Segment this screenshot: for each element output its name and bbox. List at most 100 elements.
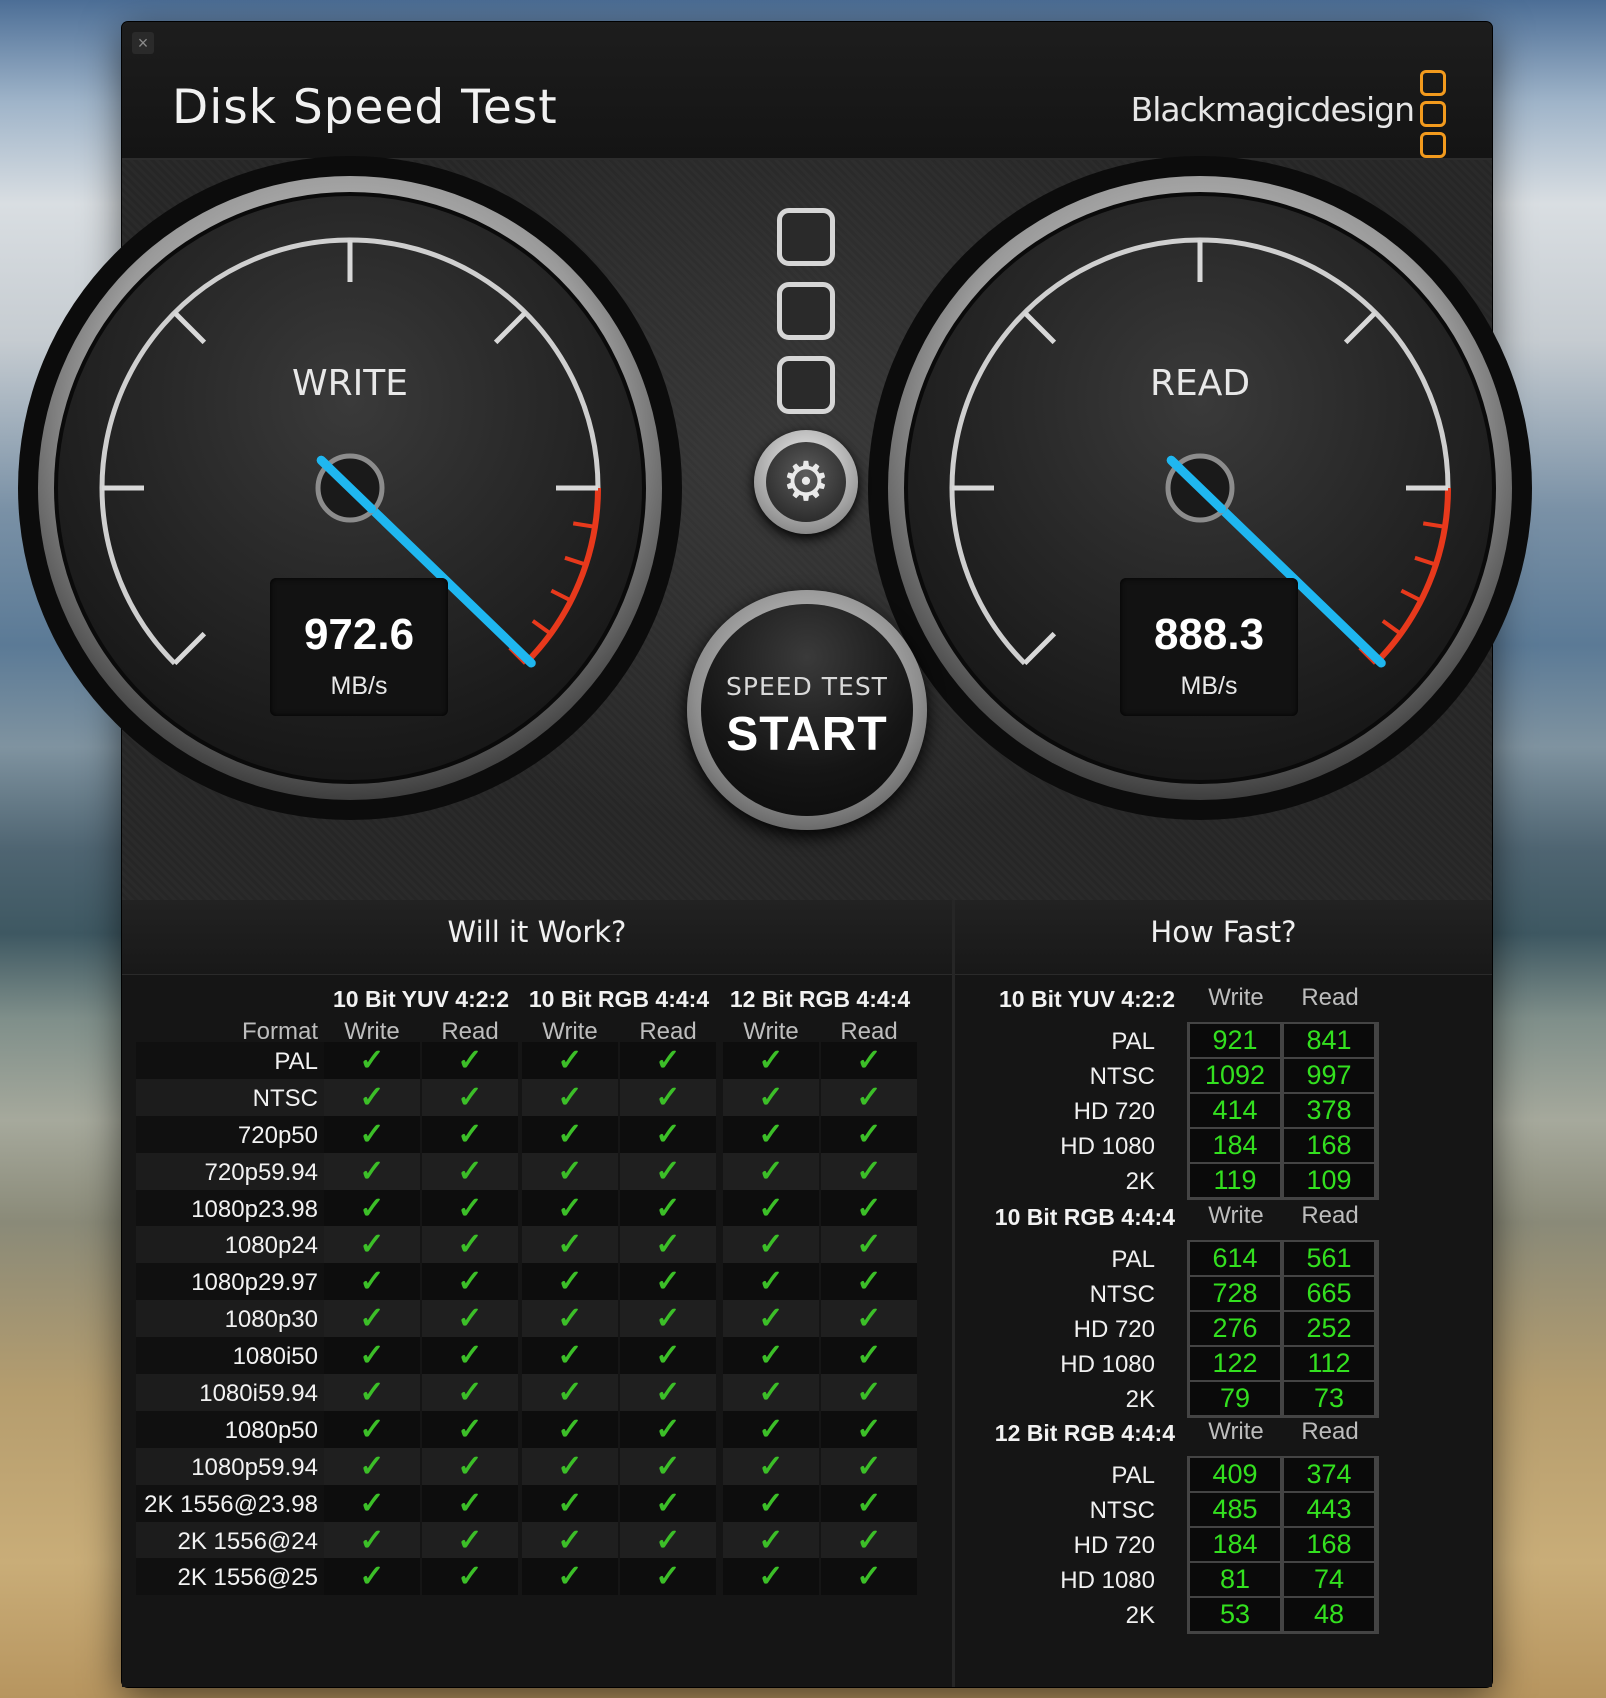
format-label: 1080p30 — [136, 1300, 326, 1338]
format-label: 2K 1556@24 — [136, 1521, 326, 1559]
read-speed-cell: 168 — [1284, 1129, 1374, 1162]
checkmark-icon: ✓ — [821, 1300, 917, 1338]
checkmark-icon: ✓ — [522, 1558, 618, 1596]
format-label: 1080p50 — [136, 1410, 326, 1448]
write-speed-cell: 414 — [1190, 1094, 1280, 1127]
checkmark-icon: ✓ — [324, 1484, 420, 1522]
read-speed-value: 888.3 — [1153, 610, 1265, 659]
brand-name: Blackmagicdesign — [1130, 90, 1415, 129]
read-column-header: Read — [1301, 984, 1359, 1011]
write-speed-cell: 81 — [1190, 1563, 1280, 1596]
checkmark-icon: ✓ — [723, 1521, 819, 1559]
write-speed-cell: 184 — [1190, 1129, 1280, 1162]
checkmark-icon: ✓ — [821, 1410, 917, 1448]
center-logo-icon — [777, 208, 837, 430]
checkmark-icon: ✓ — [620, 1263, 716, 1301]
write-speed-cell: 79 — [1190, 1382, 1280, 1415]
write-speed-cell: 1092 — [1190, 1059, 1280, 1092]
format-label: 1080p23.98 — [136, 1189, 326, 1227]
format-label: 1080p59.94 — [136, 1447, 326, 1485]
format-label: 1080p29.97 — [136, 1263, 326, 1301]
checkmark-icon: ✓ — [723, 1115, 819, 1153]
checkmark-icon: ✓ — [620, 1115, 716, 1153]
write-speed-cell: 728 — [1190, 1277, 1280, 1310]
checkmark-icon: ✓ — [620, 1558, 716, 1596]
checkmark-icon: ✓ — [821, 1558, 917, 1596]
title-bar: × Disk Speed Test Blackmagicdesign — [122, 22, 1492, 160]
close-button[interactable]: × — [132, 32, 154, 54]
checkmark-icon: ✓ — [422, 1484, 518, 1522]
checkmark-icon: ✓ — [620, 1300, 716, 1338]
checkmark-icon: ✓ — [620, 1447, 716, 1485]
checkmark-icon: ✓ — [522, 1484, 618, 1522]
write-speed-cell: 614 — [1190, 1242, 1280, 1275]
format-label: 720p50 — [136, 1115, 326, 1153]
write-speed-cell: 53 — [1190, 1598, 1280, 1631]
checkmark-icon: ✓ — [522, 1226, 618, 1264]
checkmark-icon: ✓ — [723, 1226, 819, 1264]
format-label: 1080i59.94 — [136, 1374, 326, 1411]
how-fast-row-label: NTSC — [1089, 1063, 1155, 1090]
how-fast-section-header: 10 Bit RGB 4:4:4 — [994, 1204, 1175, 1230]
checkmark-icon: ✓ — [620, 1374, 716, 1411]
read-readout: 888.3 MB/s — [1120, 578, 1298, 716]
read-speed-cell: 168 — [1284, 1528, 1374, 1561]
how-fast-row-label: HD 720 — [1073, 1316, 1155, 1343]
checkmark-icon: ✓ — [723, 1263, 819, 1301]
format-label: NTSC — [136, 1078, 326, 1116]
read-speed-cell: 561 — [1284, 1242, 1374, 1275]
read-gauge-label: READ — [1149, 363, 1251, 404]
read-speed-unit: MB/s — [1180, 672, 1238, 700]
read-column-header: Read — [1301, 1202, 1359, 1229]
read-column-header: Read — [1301, 1418, 1359, 1445]
checkmark-icon: ✓ — [522, 1189, 618, 1227]
how-fast-row-label: NTSC — [1089, 1281, 1155, 1308]
write-gauge-label: WRITE — [292, 363, 408, 404]
checkmark-icon: ✓ — [821, 1152, 917, 1190]
start-speed-test-button[interactable]: SPEED TEST START — [687, 590, 927, 830]
checkmark-icon: ✓ — [620, 1521, 716, 1559]
write-gauge: WRITE 972.6 MB/s — [10, 148, 690, 828]
will-it-work-group-header: 10 Bit YUV 4:2:2 — [333, 986, 509, 1012]
format-label: 2K 1556@25 — [136, 1558, 326, 1596]
checkmark-icon: ✓ — [723, 1337, 819, 1375]
checkmark-icon: ✓ — [522, 1263, 618, 1301]
gauge-area: WRITE 972.6 MB/s READ 888.3 MB/s ⚙ SPEED… — [18, 156, 1532, 900]
start-button-label: START — [726, 708, 888, 761]
read-speed-cell: 665 — [1284, 1277, 1374, 1310]
checkmark-icon: ✓ — [620, 1337, 716, 1375]
checkmark-icon: ✓ — [522, 1410, 618, 1448]
how-fast-row-label: PAL — [1111, 1246, 1155, 1273]
write-speed-cell: 921 — [1190, 1024, 1280, 1057]
checkmark-icon: ✓ — [324, 1337, 420, 1375]
how-fast-row-label: 2K — [1125, 1386, 1155, 1413]
disk-speed-test-window: × Disk Speed Test Blackmagicdesign WRITE… — [18, 22, 1532, 1687]
checkmark-icon: ✓ — [324, 1115, 420, 1153]
checkmark-icon: ✓ — [422, 1263, 518, 1301]
settings-button[interactable]: ⚙ — [754, 430, 858, 534]
checkmark-icon: ✓ — [324, 1300, 420, 1338]
checkmark-icon: ✓ — [723, 1484, 819, 1522]
will-it-work-group-header: 12 Bit RGB 4:4:4 — [729, 986, 911, 1012]
checkmark-icon: ✓ — [422, 1558, 518, 1596]
how-fast-row-label: HD 720 — [1073, 1098, 1155, 1125]
checkmark-icon: ✓ — [821, 1226, 917, 1264]
read-speed-cell: 997 — [1284, 1059, 1374, 1092]
how-fast-section-header: 12 Bit RGB 4:4:4 — [994, 1420, 1175, 1446]
read-speed-cell: 48 — [1284, 1598, 1374, 1631]
read-speed-cell: 112 — [1284, 1347, 1374, 1380]
checkmark-icon: ✓ — [422, 1521, 518, 1559]
checkmark-icon: ✓ — [422, 1115, 518, 1153]
write-speed-cell: 276 — [1190, 1312, 1280, 1345]
format-label: PAL — [136, 1042, 326, 1079]
checkmark-icon: ✓ — [422, 1300, 518, 1338]
format-label: 2K 1556@23.98 — [136, 1484, 326, 1522]
checkmark-icon: ✓ — [422, 1152, 518, 1190]
checkmark-icon: ✓ — [422, 1078, 518, 1116]
checkmark-icon: ✓ — [522, 1374, 618, 1411]
how-fast-row-label: PAL — [1111, 1028, 1155, 1055]
checkmark-icon: ✓ — [723, 1078, 819, 1116]
checkmark-icon: ✓ — [723, 1300, 819, 1338]
checkmark-icon: ✓ — [422, 1447, 518, 1485]
checkmark-icon: ✓ — [821, 1447, 917, 1485]
